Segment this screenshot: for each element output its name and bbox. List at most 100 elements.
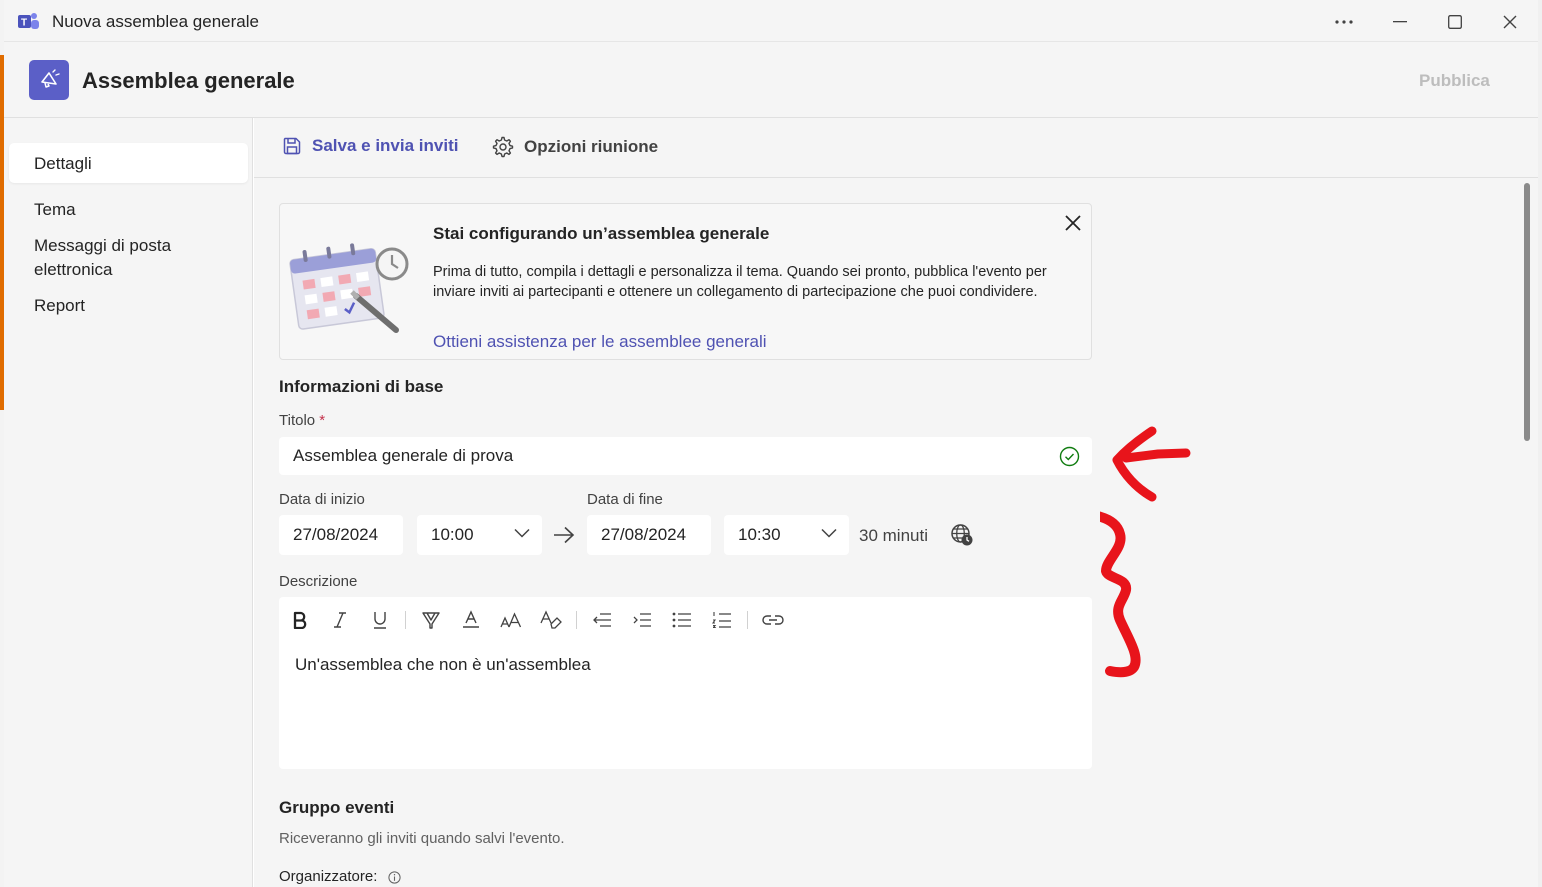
sidebar-item-label: Dettagli <box>34 154 92 173</box>
title-label-text: Titolo <box>279 412 316 429</box>
title-input-value: Assemblea generale di prova <box>293 446 514 465</box>
italic-button[interactable] <box>327 607 353 633</box>
megaphone-icon <box>41 69 60 88</box>
publish-button[interactable]: Pubblica <box>1419 71 1490 91</box>
numbered-list-button[interactable] <box>709 607 735 633</box>
increase-indent-icon <box>633 613 651 627</box>
main-content: Salva e invia inviti Opzioni riunione St… <box>254 118 1538 887</box>
window-title: Nuova assemblea generale <box>52 12 259 31</box>
highlight-button[interactable] <box>418 607 444 633</box>
save-icon <box>283 137 301 155</box>
underline-icon <box>374 612 386 629</box>
meeting-options-button[interactable]: Opzioni riunione <box>492 136 658 158</box>
desktop-edge-right <box>1538 0 1542 887</box>
title-bar: T Nuova assemblea generale <box>4 0 1538 42</box>
numbered-list-icon <box>712 612 731 629</box>
close-window-button[interactable] <box>1496 8 1524 36</box>
more-options-button[interactable] <box>1330 8 1358 36</box>
end-date-label: Data di fine <box>587 491 663 508</box>
event-group-subtitle: Riceveranno gli inviti quando salvi l'ev… <box>279 830 565 847</box>
chevron-down-icon <box>514 528 530 538</box>
decrease-indent-button[interactable] <box>589 607 615 633</box>
font-color-button[interactable] <box>458 607 484 633</box>
event-group-heading: Gruppo eventi <box>279 798 395 817</box>
page-title: Assemblea generale <box>82 68 295 93</box>
bulleted-list-button[interactable] <box>669 607 695 633</box>
description-text: Un'assemblea che non è un'assemblea <box>295 655 591 674</box>
toolbar-divider <box>576 611 577 629</box>
description-label: Descrizione <box>279 573 358 590</box>
sidebar-item-report[interactable]: Report <box>9 294 248 318</box>
command-bar: Salva e invia inviti Opzioni riunione <box>254 118 1538 178</box>
start-date-label: Data di inizio <box>279 491 365 508</box>
title-input[interactable]: Assemblea generale di prova <box>279 437 1092 475</box>
info-banner: Stai configurando un’assemblea generale … <box>279 203 1092 360</box>
organizer-label-text: Organizzatore: <box>279 868 378 885</box>
annotation-brace <box>1100 511 1141 678</box>
organizer-label: Organizzatore: <box>279 868 401 885</box>
maximize-icon <box>1448 15 1462 29</box>
save-and-send-button[interactable]: Salva e invia inviti <box>282 136 458 156</box>
title-field-label: Titolo * <box>279 412 325 429</box>
start-time-value: 10:00 <box>431 525 474 544</box>
basic-info-heading: Informazioni di base <box>279 377 444 396</box>
arrow-right-icon <box>554 526 575 544</box>
close-banner-icon[interactable] <box>1062 212 1084 234</box>
bold-button[interactable] <box>287 607 313 633</box>
banner-help-link[interactable]: Ottieni assistenza per le assemblee gene… <box>433 332 767 352</box>
annotation-marks <box>1100 426 1191 678</box>
start-date-value: 27/08/2024 <box>293 525 379 544</box>
bulleted-list-icon <box>672 612 691 628</box>
more-icon <box>1335 20 1353 24</box>
sidebar-item-details[interactable]: Dettagli <box>9 143 248 183</box>
teams-icon: T <box>18 13 39 29</box>
font-size-button[interactable] <box>498 607 524 633</box>
sidebar-item-theme[interactable]: Tema <box>9 198 248 222</box>
decrease-indent-icon <box>593 613 611 627</box>
required-mark: * <box>319 412 326 429</box>
sidebar-item-label: Report <box>34 296 86 315</box>
banner-text: Prima di tutto, compila i dettagli e per… <box>433 264 1047 300</box>
sidebar-item-emails[interactable]: Messaggi di posta elettronica <box>9 234 209 282</box>
toolbar-divider <box>747 611 748 629</box>
end-date-value: 27/08/2024 <box>601 525 687 544</box>
increase-indent-button[interactable] <box>629 607 655 633</box>
bold-icon <box>293 611 307 629</box>
close-icon <box>1503 15 1517 29</box>
start-time-select[interactable]: 10:00 <box>417 515 542 555</box>
end-time-value: 10:30 <box>738 525 781 544</box>
annotation-arrow <box>1112 426 1191 502</box>
italic-icon <box>334 612 346 628</box>
link-icon <box>762 615 784 625</box>
end-date-input[interactable]: 27/08/2024 <box>587 515 711 555</box>
banner-title: Stai configurando un’assemblea generale <box>433 224 770 243</box>
minimize-button[interactable] <box>1386 8 1414 36</box>
highlighter-icon <box>422 612 440 629</box>
scrollbar-thumb[interactable] <box>1524 183 1530 441</box>
clear-format-icon <box>540 610 562 629</box>
sidebar-item-label: Tema <box>34 200 76 219</box>
meeting-options-label: Opzioni riunione <box>524 137 659 156</box>
font-color-icon <box>463 610 479 628</box>
town-hall-icon-tile <box>29 60 69 100</box>
toolbar-divider <box>405 611 406 629</box>
font-size-icon <box>500 612 522 628</box>
sidebar-item-label: Messaggi di posta elettronica <box>34 236 172 279</box>
check-circle-icon <box>1059 446 1080 467</box>
clear-format-button[interactable] <box>538 607 564 633</box>
info-icon[interactable] <box>387 870 401 884</box>
description-editor[interactable]: Un'assemblea che non è un'assemblea <box>279 597 1092 769</box>
chevron-down-icon <box>821 528 837 538</box>
timezone-globe-icon[interactable] <box>950 523 974 547</box>
insert-link-button[interactable] <box>760 607 786 633</box>
gear-icon <box>492 136 514 158</box>
minimize-icon <box>1393 21 1407 23</box>
maximize-button[interactable] <box>1441 8 1469 36</box>
page-header: Assemblea generale Pubblica <box>4 42 1538 118</box>
end-time-select[interactable]: 10:30 <box>724 515 849 555</box>
start-date-input[interactable]: 27/08/2024 <box>279 515 403 555</box>
calendar-clock-illustration <box>289 243 409 333</box>
svg-text:T: T <box>21 18 27 29</box>
underline-button[interactable] <box>367 607 393 633</box>
duration-text: 30 minuti <box>859 526 928 545</box>
